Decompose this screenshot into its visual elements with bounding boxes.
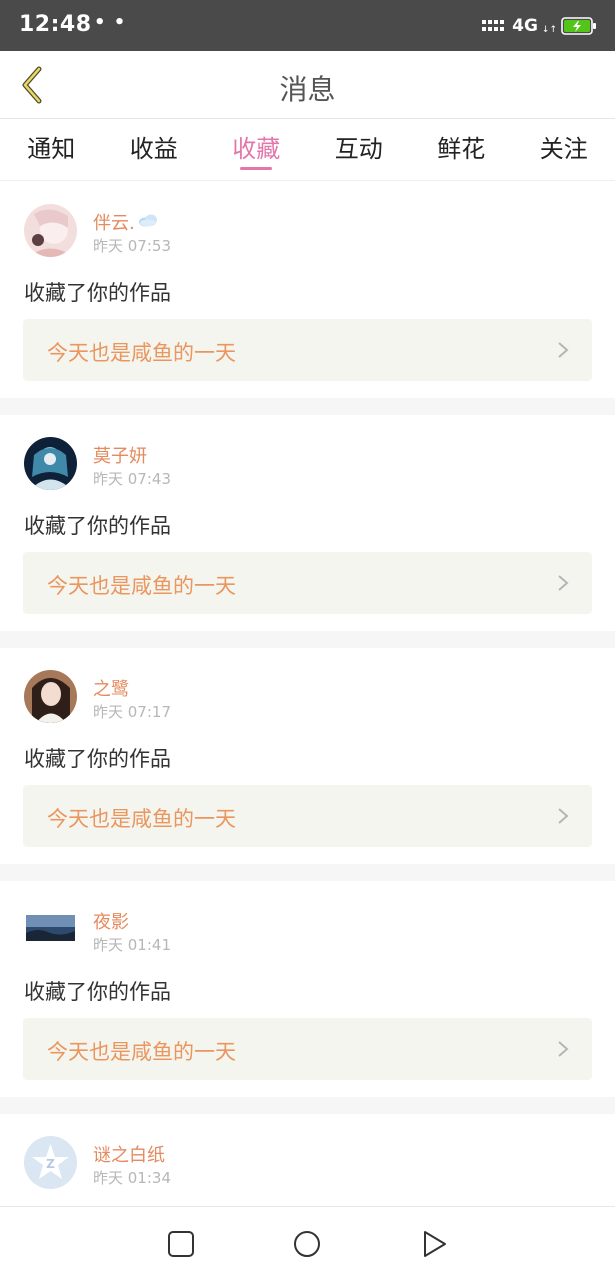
work-title: 今天也是咸鱼的一天 — [47, 341, 236, 365]
tab-bar: 通知 收益 收藏 互动 鲜花 关注 — [0, 119, 615, 181]
work-title: 今天也是咸鱼的一天 — [47, 807, 236, 831]
work-title: 今天也是咸鱼的一天 — [47, 574, 236, 598]
chevron-right-icon — [558, 1041, 569, 1057]
tab-label: 收藏 — [232, 135, 281, 163]
work-link[interactable]: 今天也是咸鱼的一天 — [23, 785, 592, 847]
tab-follows[interactable]: 关注 — [513, 119, 615, 180]
avatar[interactable]: Z — [24, 1136, 77, 1189]
tab-notifications[interactable]: 通知 — [0, 119, 103, 180]
status-indicators: 4G ↓↑ — [482, 14, 597, 38]
timestamp: 昨天 01:41 — [93, 936, 171, 954]
chevron-right-icon — [558, 808, 569, 824]
list-item: 莫子妍 昨天 07:43 收藏了你的作品 今天也是咸鱼的一天 — [0, 415, 615, 631]
page-title: 消息 — [279, 73, 336, 106]
tab-label: 鲜花 — [437, 135, 486, 163]
status-bar: 12:48 • • 4G ↓↑ — [0, 0, 615, 51]
tab-label: 互动 — [334, 135, 383, 163]
work-title: 今天也是咸鱼的一天 — [47, 1040, 236, 1064]
user-name[interactable]: 谜之白纸 — [93, 1141, 165, 1167]
cloud-icon — [138, 214, 157, 227]
divider — [0, 864, 615, 881]
action-text: 收藏了你的作品 — [24, 281, 171, 305]
active-tab-indicator — [240, 167, 273, 170]
list-item: 伴云. 昨天 07:53 收藏了你的作品 今天也是咸鱼的一天 — [0, 182, 615, 398]
tab-label: 收益 — [129, 135, 178, 163]
action-text: 收藏了你的作品 — [24, 980, 171, 1004]
user-name[interactable]: 夜影 — [93, 908, 129, 934]
timestamp: 昨天 07:53 — [93, 237, 171, 255]
user-name[interactable]: 伴云. — [93, 209, 159, 235]
user-name[interactable]: 莫子妍 — [93, 442, 147, 468]
status-time: 12:48 — [19, 12, 92, 37]
network-type: 4G — [512, 16, 538, 36]
network-activity-icon: ↓↑ — [541, 25, 557, 35]
list-item: 夜影 昨天 01:41 收藏了你的作品 今天也是咸鱼的一天 — [0, 881, 615, 1097]
work-link[interactable]: 今天也是咸鱼的一天 — [23, 1018, 592, 1080]
avatar[interactable] — [24, 437, 77, 490]
avatar[interactable] — [24, 903, 77, 956]
divider — [0, 631, 615, 648]
user-name-text: 伴云. — [93, 213, 135, 234]
action-text: 收藏了你的作品 — [24, 747, 171, 771]
timestamp: 昨天 07:17 — [93, 703, 171, 721]
tab-favorites[interactable]: 收藏 — [205, 119, 308, 180]
svg-text:Z: Z — [46, 1157, 55, 1171]
header: 消息 — [0, 51, 615, 119]
system-navigation-bar — [0, 1206, 615, 1280]
tab-label: 通知 — [27, 135, 76, 163]
divider — [0, 1097, 615, 1114]
message-list: 伴云. 昨天 07:53 收藏了你的作品 今天也是咸鱼的一天 莫子妍 昨天 07… — [0, 182, 615, 1280]
recent-apps-icon[interactable] — [166, 1229, 196, 1259]
tab-label: 关注 — [539, 135, 588, 163]
tab-earnings[interactable]: 收益 — [103, 119, 206, 180]
timestamp: 昨天 07:43 — [93, 470, 171, 488]
timestamp: 昨天 01:34 — [93, 1169, 171, 1187]
list-item: 之鹭 昨天 07:17 收藏了你的作品 今天也是咸鱼的一天 — [0, 648, 615, 864]
signal-icon — [482, 20, 505, 31]
avatar[interactable] — [24, 670, 77, 723]
work-link[interactable]: 今天也是咸鱼的一天 — [23, 552, 592, 614]
action-text: 收藏了你的作品 — [24, 514, 171, 538]
back-triangle-icon[interactable] — [420, 1229, 450, 1259]
tab-flowers[interactable]: 鲜花 — [410, 119, 513, 180]
chevron-right-icon — [558, 575, 569, 591]
notification-dots: • • — [94, 12, 127, 33]
chevron-right-icon — [558, 342, 569, 358]
tab-interactions[interactable]: 互动 — [308, 119, 411, 180]
work-link[interactable]: 今天也是咸鱼的一天 — [23, 319, 592, 381]
battery-icon — [561, 17, 596, 35]
home-icon[interactable] — [292, 1229, 322, 1259]
avatar[interactable] — [24, 204, 77, 257]
divider — [0, 398, 615, 415]
user-name[interactable]: 之鹭 — [93, 675, 129, 701]
